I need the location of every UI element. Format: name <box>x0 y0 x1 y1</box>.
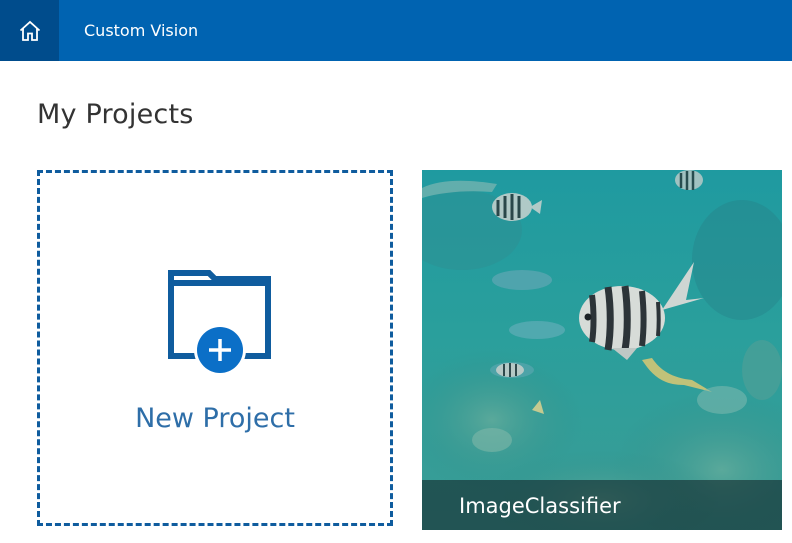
top-nav-bar: Custom Vision <box>0 0 792 61</box>
project-name: ImageClassifier <box>459 494 621 518</box>
project-card-imageclassifier[interactable]: ImageClassifier <box>422 170 782 530</box>
home-icon <box>19 20 40 41</box>
new-project-label: New Project <box>135 403 295 434</box>
project-thumbnail-image <box>422 170 782 530</box>
home-button[interactable] <box>0 0 59 61</box>
new-project-card[interactable]: New Project <box>37 170 393 526</box>
app-title-link[interactable]: Custom Vision <box>84 0 198 61</box>
page-title: My Projects <box>37 99 194 130</box>
project-caption: ImageClassifier <box>422 480 782 530</box>
folder-add-icon <box>168 270 271 376</box>
